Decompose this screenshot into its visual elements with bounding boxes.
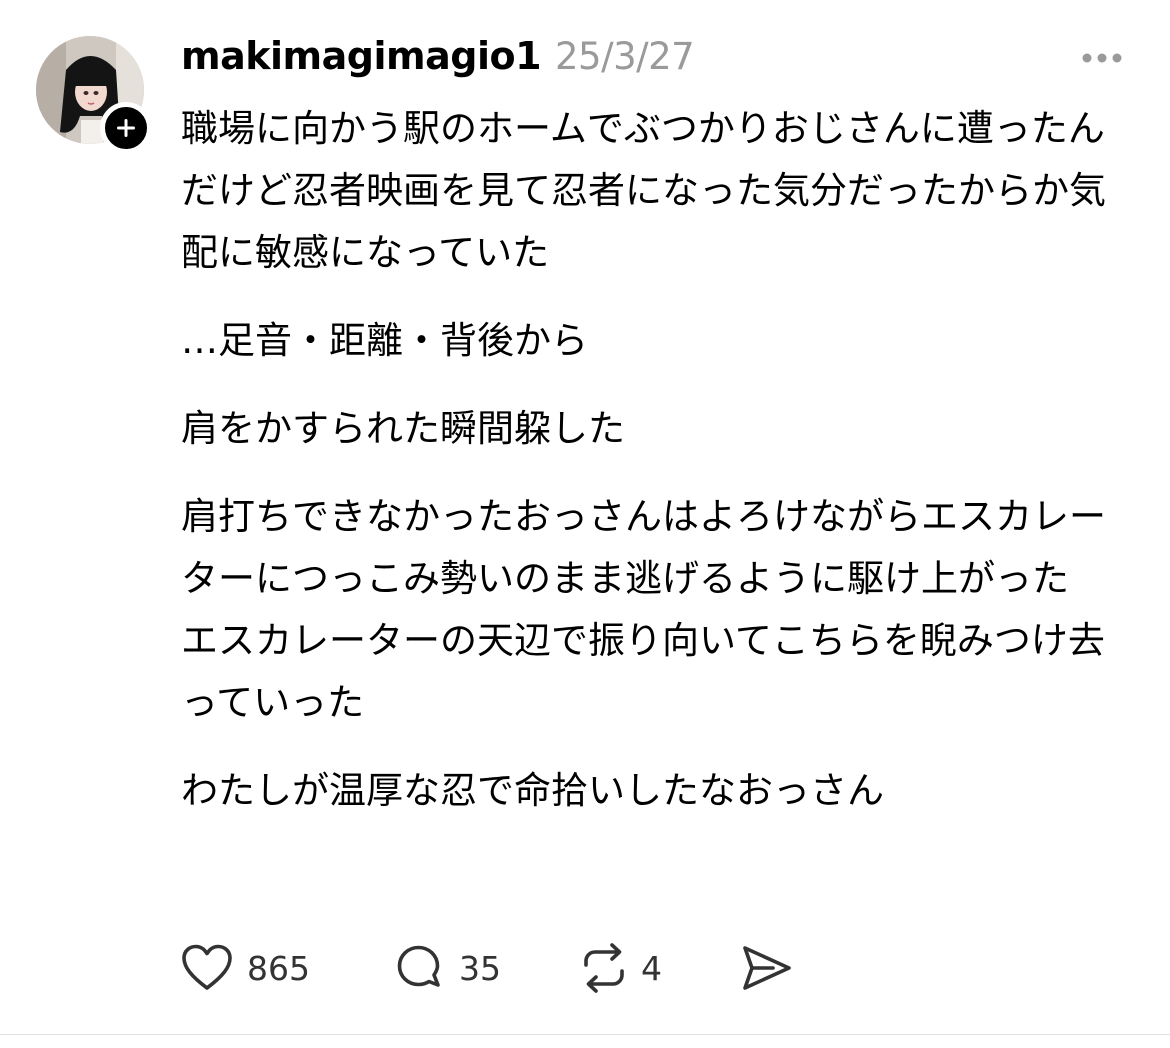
post-paragraph: 職場に向かう駅のホームでぶつかりおじさんに遭ったんだけど忍者映画を見て忍者になっ…: [181, 107, 1106, 274]
post-divider: [0, 1034, 1170, 1035]
post-paragraph: わたしが温厚な忍で命拾いしたなおっさん: [181, 769, 884, 812]
post-card: makimagimagio1 25/3/27 職場に向かう駅のホームでぶつかりお…: [0, 0, 1170, 1034]
send-icon: [743, 946, 791, 990]
share-button[interactable]: [739, 938, 795, 998]
reply-count: 35: [459, 948, 501, 988]
like-count: 865: [247, 948, 310, 988]
post-paragraph: 肩をかすられた瞬間躱した: [181, 407, 625, 450]
like-button[interactable]: 865: [181, 938, 310, 998]
speech-bubble-icon: [397, 945, 440, 987]
plus-icon: [117, 119, 135, 137]
heart-icon: [182, 944, 232, 990]
post-paragraph: …足音・距離・背後から: [181, 319, 588, 362]
repost-count: 4: [641, 948, 662, 988]
post-body: 職場に向かう駅のホームでぶつかりおじさんに遭ったんだけど忍者映画を見て忍者になっ…: [181, 98, 1116, 822]
more-options-button[interactable]: [1078, 40, 1126, 76]
action-bar: 865 35 4: [181, 938, 821, 998]
repost-button[interactable]: 4: [577, 938, 662, 998]
post-paragraph: 肩打ちできなかったおっさんはよろけながらエスカレーターにつっこみ勢いのまま逃げる…: [181, 495, 1106, 724]
follow-button[interactable]: [100, 102, 152, 154]
username[interactable]: makimagimagio1: [181, 34, 542, 78]
avatar-container: [36, 36, 152, 154]
more-horizontal-icon: [1082, 53, 1122, 63]
post-header: makimagimagio1 25/3/27: [181, 34, 695, 86]
post-timestamp: 25/3/27: [555, 35, 695, 78]
reply-button[interactable]: 35: [393, 938, 501, 998]
repost-icon: [584, 943, 624, 993]
